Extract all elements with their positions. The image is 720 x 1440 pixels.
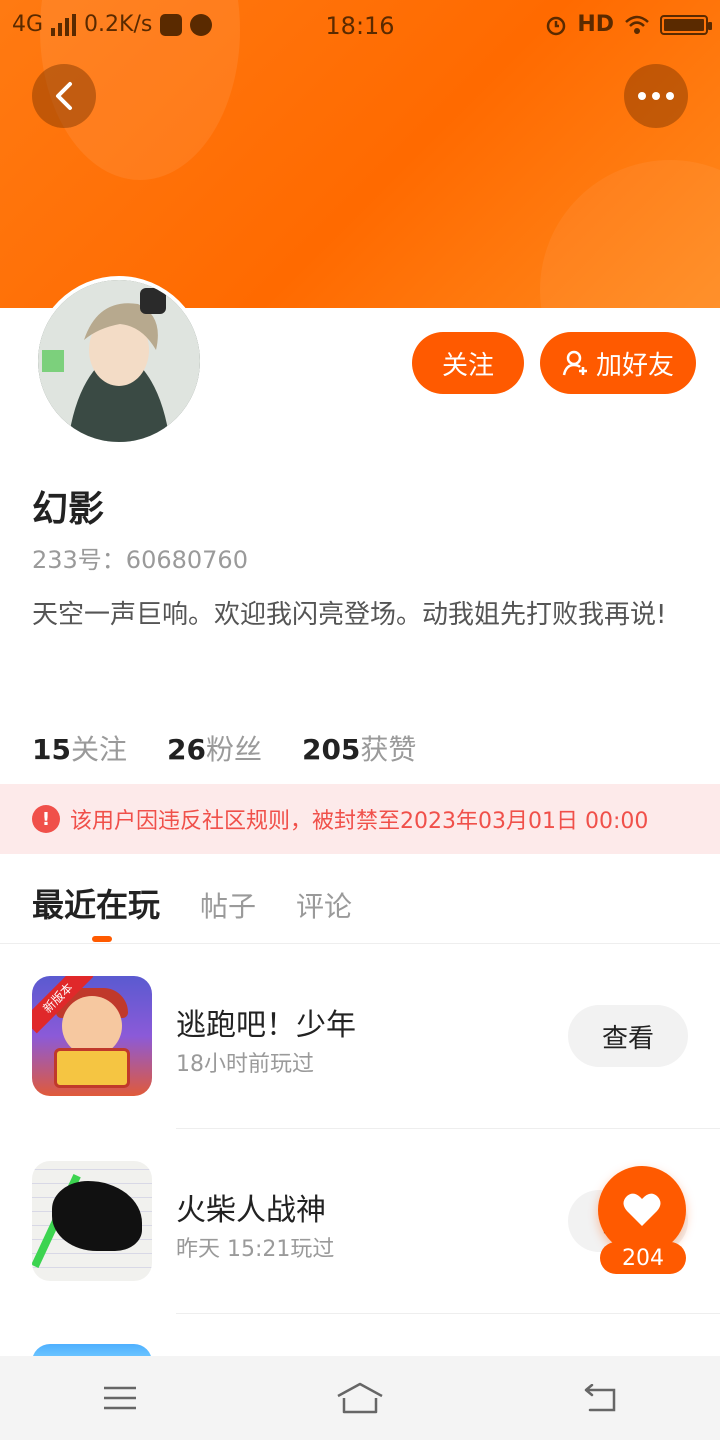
chevron-left-icon: [56, 82, 72, 110]
game-title: 逃跑吧！少年: [176, 1008, 356, 1043]
active-tab-indicator: [92, 936, 112, 942]
heart-icon: [623, 1193, 661, 1226]
follow-label: 关注: [441, 350, 494, 381]
stat-likes[interactable]: 205获赞: [302, 728, 416, 768]
follow-button[interactable]: 关注: [412, 332, 524, 394]
wifi-icon: [625, 15, 649, 34]
alarm-icon: [547, 16, 566, 35]
avatar[interactable]: [34, 276, 204, 446]
view-button[interactable]: 查看: [568, 1005, 688, 1067]
system-nav-bar: [0, 1356, 720, 1440]
warning-icon: !: [32, 805, 60, 833]
profile-stats: 15关注 26粉丝 205获赞: [32, 728, 416, 768]
home-button[interactable]: [320, 1368, 400, 1428]
hd-indicator: HD: [577, 12, 614, 37]
add-friend-label: 加好友: [595, 350, 674, 381]
tab-comments[interactable]: 评论: [296, 885, 352, 925]
menu-button[interactable]: [80, 1368, 160, 1428]
like-count: 204: [600, 1242, 686, 1274]
game-last-played: 昨天 15:21玩过: [176, 1237, 335, 1262]
game-icon: 新版本: [32, 976, 152, 1096]
back-nav-button[interactable]: [560, 1368, 640, 1428]
back-return-icon: [584, 1384, 616, 1412]
user-bio: 天空一声巨响。欢迎我闪亮登场。动我姐先打败我再说!: [32, 600, 667, 630]
divider: [176, 1313, 720, 1314]
game-icon: [32, 1161, 152, 1281]
profile-tabs: 最近在玩 帖子 评论: [32, 880, 352, 926]
back-button[interactable]: [32, 64, 96, 128]
ban-notice-text: 该用户因违反社区规则，被封禁至2023年03月01日 00:00: [70, 809, 649, 834]
like-button[interactable]: [598, 1166, 686, 1254]
game-title: 火柴人战神: [176, 1193, 326, 1228]
more-button[interactable]: [624, 64, 688, 128]
battery-icon: [660, 14, 712, 35]
stat-following[interactable]: 15关注: [32, 728, 127, 768]
avatar-image: [38, 280, 200, 442]
home-icon: [337, 1382, 383, 1414]
add-user-icon: [562, 350, 587, 376]
game-last-played: 18小时前玩过: [176, 1052, 314, 1077]
stat-fans[interactable]: 26粉丝: [167, 728, 262, 768]
menu-icon: [104, 1386, 136, 1410]
user-id: 233号：60680760: [32, 546, 248, 574]
banner-decoration: [540, 160, 720, 308]
add-friend-button[interactable]: 加好友: [540, 332, 696, 394]
username: 幻影: [32, 489, 105, 530]
list-item[interactable]: 新版本 逃跑吧！少年 18小时前玩过 查看: [0, 944, 720, 1129]
more-dots-icon: [638, 92, 674, 100]
tab-posts[interactable]: 帖子: [200, 885, 256, 925]
tab-recent-games[interactable]: 最近在玩: [32, 880, 160, 926]
ban-notice: ! 该用户因违反社区规则，被封禁至2023年03月01日 00:00: [0, 784, 720, 854]
status-bar: 4G 0.2K/s 18:16 HD: [0, 0, 720, 52]
